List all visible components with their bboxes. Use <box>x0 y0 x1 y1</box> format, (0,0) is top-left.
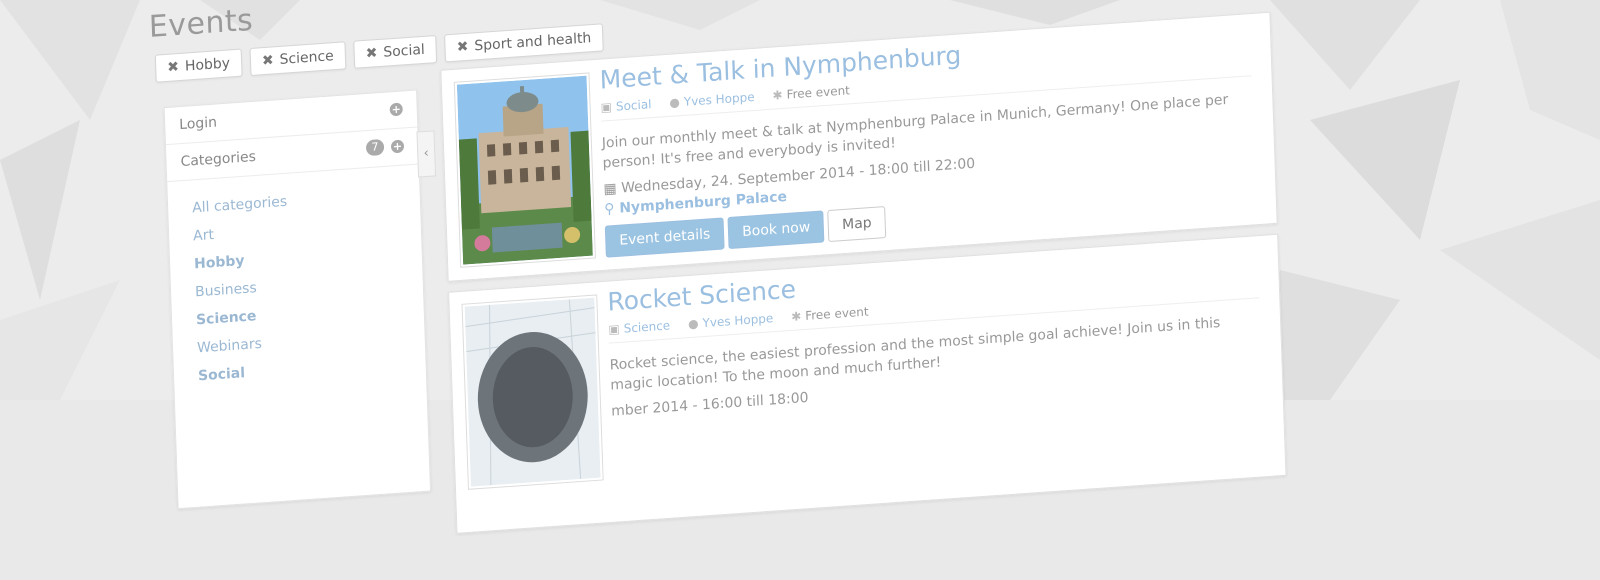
palace-photo <box>456 75 593 265</box>
folder-icon: ▣ <box>608 321 620 337</box>
user-icon: ● <box>687 316 699 332</box>
event-category[interactable]: ▣ Social <box>600 97 651 115</box>
asterisk-icon: ✱ <box>772 87 783 103</box>
event-card: Rocket Science ▣ Science ● Yves Hoppe ✱ Fre… <box>448 233 1287 534</box>
event-body: Meet & Talk in Nymphenburg ▣ Social ● Yves… <box>599 20 1256 258</box>
filter-chip-label: Sport and health <box>474 30 592 55</box>
rocket-photo <box>464 297 601 487</box>
category-text: Science <box>623 318 671 336</box>
calendar-icon: ▦ <box>603 180 622 198</box>
filter-chip-hobby[interactable]: ✖ Hobby <box>154 48 243 83</box>
remove-icon: ✖ <box>456 38 469 56</box>
filter-chip-social[interactable]: ✖ Social <box>353 34 438 69</box>
event-price: ✱ Free event <box>791 304 869 323</box>
category-list: All categories Art Hobby Business Scienc… <box>167 165 426 407</box>
asterisk-icon: ✱ <box>790 309 802 324</box>
categories-count-badge: 7 <box>365 138 385 157</box>
page-title: Events <box>148 2 254 46</box>
datetime-text: mber 2014 - 16:00 till 18:00 <box>611 389 809 420</box>
event-image[interactable] <box>453 72 596 268</box>
filter-chip-label: Hobby <box>184 55 231 75</box>
event-category[interactable]: ▣ Science <box>608 318 670 336</box>
price-text: Free event <box>804 304 869 323</box>
filter-chip-science[interactable]: ✖ Science <box>249 41 347 77</box>
filter-chip-label: Science <box>279 48 335 68</box>
expand-icon[interactable]: + <box>389 102 403 117</box>
remove-icon: ✖ <box>365 45 378 62</box>
organizer-text: Yves Hoppe <box>683 89 755 109</box>
event-details-button[interactable]: Event details <box>604 217 725 258</box>
sidebar-collapse-toggle[interactable]: ‹ <box>416 130 437 178</box>
event-organizer[interactable]: ● Yves Hoppe <box>669 90 755 110</box>
organizer-text: Yves Hoppe <box>702 311 774 331</box>
login-label: Login <box>178 114 218 134</box>
event-body: Rocket Science ▣ Science ● Yves Hoppe ✱ Fre… <box>607 242 1262 420</box>
map-marker-icon: ⚲ <box>603 200 620 218</box>
folder-icon: ▣ <box>600 99 613 115</box>
categories-label: Categories <box>180 148 257 171</box>
filter-chip-label: Social <box>383 41 426 61</box>
sidebar: Login + Categories 7 + All categories Ar… <box>163 89 432 510</box>
category-text: Social <box>615 97 652 114</box>
remove-icon: ✖ <box>166 58 180 76</box>
user-icon: ● <box>669 95 681 110</box>
event-price: ✱ Free event <box>772 83 850 102</box>
price-text: Free event <box>786 83 851 102</box>
events-page: Events ✖ Hobby ✖ Science ✖ Social ✖ Sport an… <box>148 0 1287 580</box>
map-button[interactable]: Map <box>827 206 887 243</box>
event-image[interactable] <box>461 294 604 490</box>
event-organizer[interactable]: ● Yves Hoppe <box>688 311 774 331</box>
remove-icon: ✖ <box>261 52 274 70</box>
book-now-button[interactable]: Book now <box>727 210 825 250</box>
expand-icon[interactable]: + <box>390 139 405 154</box>
